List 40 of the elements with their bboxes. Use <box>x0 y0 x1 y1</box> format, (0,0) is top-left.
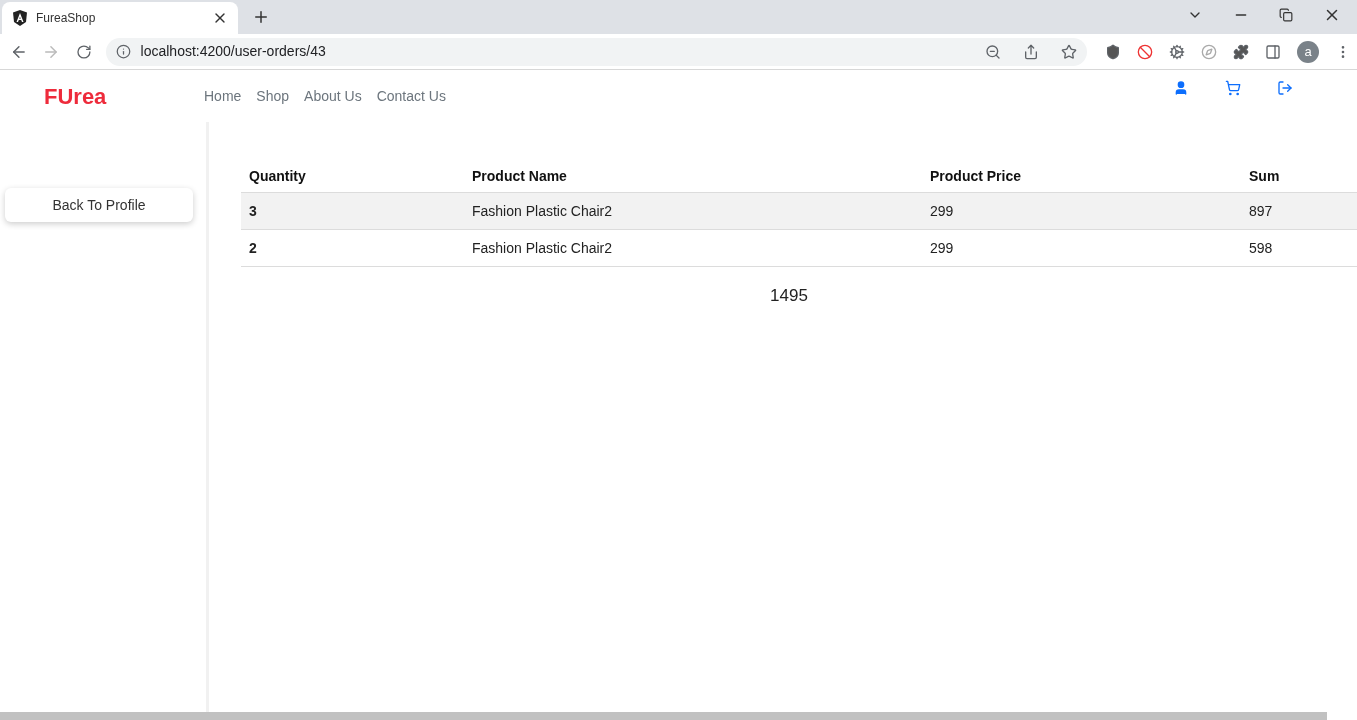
logout-icon[interactable] <box>1277 80 1293 96</box>
table-cell: 3 <box>249 202 257 219</box>
table-cell: Fashion Plastic Chair2 <box>472 202 613 219</box>
table-cell: 598 <box>1249 239 1273 256</box>
cart-icon[interactable] <box>1225 80 1241 96</box>
star-icon[interactable] <box>1061 43 1077 60</box>
table-cell: 299 <box>930 202 954 219</box>
info-icon <box>115 44 131 59</box>
table-cell: 897 <box>1249 202 1273 219</box>
zoom-out-icon[interactable] <box>985 43 1001 60</box>
address-bar[interactable]: localhost:4200/user-orders/43 <box>105 37 1087 66</box>
shield-icon[interactable] <box>1105 43 1121 60</box>
profile-avatar[interactable]: a <box>1297 40 1319 63</box>
nav-link[interactable]: About Us <box>304 85 362 107</box>
reload-icon[interactable] <box>75 43 92 60</box>
logo[interactable]: FUrea <box>44 79 204 113</box>
blocked-icon[interactable] <box>1137 43 1153 60</box>
restore-icon[interactable] <box>1279 8 1293 22</box>
back-to-profile-button[interactable]: Back To Profile <box>5 188 193 222</box>
table-cell: 299 <box>930 239 954 256</box>
column-header: Sum <box>1249 167 1280 184</box>
url-text: localhost:4200/user-orders/43 <box>140 42 327 61</box>
puzzle-icon[interactable] <box>1233 43 1249 60</box>
side-panel-icon[interactable] <box>1265 43 1281 60</box>
column-header: Product Price <box>930 167 1022 184</box>
user-icon[interactable] <box>1173 80 1189 96</box>
table-cell: 2 <box>249 239 257 256</box>
shield-logo-icon <box>12 10 28 26</box>
tab-title: FureaShop <box>36 10 97 27</box>
nav-link[interactable]: Contact Us <box>376 85 446 107</box>
column-header: Product Name <box>472 167 567 184</box>
gear-icon[interactable] <box>1169 43 1185 60</box>
column-header: Quantity <box>249 167 306 184</box>
nav-link[interactable]: Shop <box>256 85 290 107</box>
order-total: 1495 <box>770 285 808 307</box>
nav-link[interactable]: Home <box>204 85 242 107</box>
browser-tab[interactable]: FureaShop <box>2 2 238 34</box>
new-tab-icon[interactable] <box>252 8 270 26</box>
table-cell: Fashion Plastic Chair2 <box>472 239 613 256</box>
share-icon[interactable] <box>1023 43 1039 60</box>
